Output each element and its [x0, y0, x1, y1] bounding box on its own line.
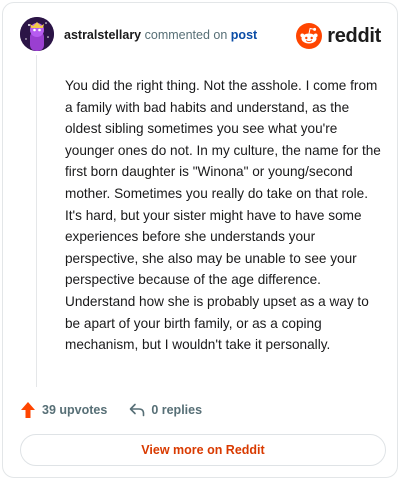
comment-embed-card: astralstellary commented on post reddit …: [2, 2, 398, 478]
username-link[interactable]: astralstellary: [64, 28, 141, 42]
reddit-brand[interactable]: reddit: [296, 23, 381, 49]
byline-action-text: commented on: [144, 28, 228, 42]
comment-byline: astralstellary commented on post: [64, 28, 257, 42]
reply-count: 0 replies: [151, 403, 203, 417]
upvote-button[interactable]: 39 upvotes: [20, 401, 107, 419]
reddit-wordmark: reddit: [327, 24, 381, 47]
post-link[interactable]: post: [231, 28, 257, 42]
user-avatar[interactable]: [20, 17, 54, 51]
view-more-button[interactable]: View more on Reddit: [20, 434, 386, 466]
comment-body: You did the right thing. Not the asshole…: [65, 78, 381, 353]
reply-arrow-icon: [130, 403, 145, 417]
reply-button[interactable]: 0 replies: [129, 403, 202, 417]
reddit-logo-icon: [296, 23, 323, 49]
upvote-arrow-icon: [21, 402, 35, 418]
thread-line: [36, 55, 37, 387]
upvote-count: 39 upvotes: [42, 403, 108, 417]
comment-header: astralstellary commented on post reddit: [20, 17, 383, 53]
comment-actions: 39 upvotes 0 replies: [20, 400, 202, 420]
